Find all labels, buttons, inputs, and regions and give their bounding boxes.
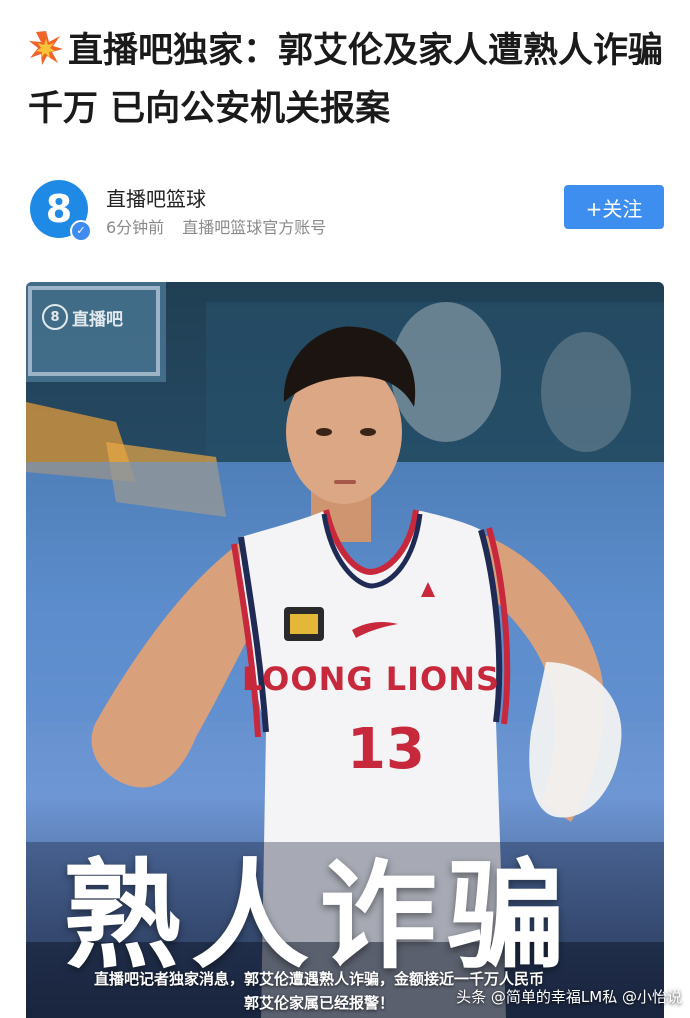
avatar-text: 8 — [45, 187, 73, 231]
follow-button[interactable]: +关注 — [564, 185, 664, 229]
account-description: 直播吧篮球官方账号 — [182, 218, 327, 237]
verified-check-icon: ✓ — [70, 220, 92, 242]
source-watermark: 头条 @简单的幸福LM私 @小怡说 — [456, 988, 682, 1006]
watermark-logo-icon: 8 — [42, 304, 68, 330]
article-title-text: 直播吧独家：郭艾伦及家人遭熟人诈骗千万 已向公安机关报案 — [28, 31, 664, 129]
author-bar: 8 ✓ 直播吧篮球 6分钟前 直播吧篮球官方账号 +关注 — [30, 180, 664, 242]
jersey-brand: LOONG LIONS — [242, 660, 500, 698]
watermark-text: 直播吧 — [72, 309, 123, 330]
article-title: 直播吧独家：郭艾伦及家人遭熟人诈骗千万 已向公安机关报案 — [28, 22, 668, 138]
collision-icon — [29, 31, 63, 65]
post-time: 6分钟前 — [106, 218, 165, 237]
jersey-number: 13 — [347, 717, 425, 782]
author-meta: 6分钟前 直播吧篮球官方账号 — [106, 214, 326, 238]
hero-overlay-title: 熟人诈骗 — [62, 847, 575, 985]
hero-watermark: 8 直播吧 — [42, 304, 123, 330]
author-name[interactable]: 直播吧篮球 — [106, 183, 206, 212]
